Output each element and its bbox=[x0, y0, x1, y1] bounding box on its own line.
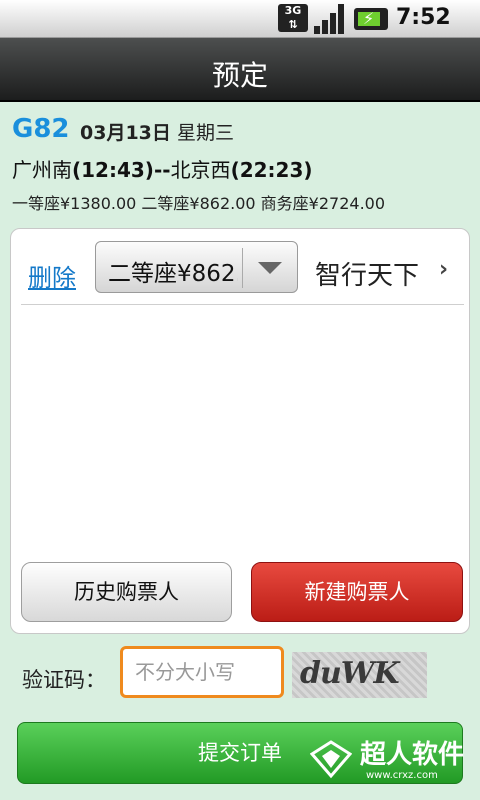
train-number: G82 bbox=[12, 114, 70, 144]
route-separator: -- bbox=[153, 158, 171, 182]
diamond-logo-icon bbox=[310, 740, 352, 779]
seat-type-select[interactable]: 二等座¥862.00 bbox=[95, 241, 298, 293]
watermark-text: 超人软件 bbox=[360, 740, 465, 770]
clock-time: 7:52 bbox=[396, 5, 451, 30]
to-station: 北京西 bbox=[170, 158, 231, 182]
status-bar: 3G⇅ ⚡ 7:52 AM bbox=[0, 0, 480, 53]
watermark-url: www.crxz.com bbox=[366, 770, 438, 781]
passenger-name[interactable]: 智行天下 bbox=[315, 255, 419, 292]
arrive-time: (22:23) bbox=[230, 158, 313, 182]
page-title: 预定 bbox=[211, 59, 268, 92]
watermark: 超人软件 www.crxz.com bbox=[302, 730, 472, 792]
train-info: G82 03月13日 星期三 广州南(12:43)--北京西(22:23) 一等… bbox=[0, 104, 480, 214]
chevron-right-icon[interactable]: › bbox=[439, 257, 448, 282]
train-route: 广州南(12:43)--北京西(22:23) bbox=[12, 154, 313, 183]
select-divider bbox=[242, 248, 243, 288]
battery-icon: ⚡ bbox=[354, 8, 388, 30]
captcha-image-text: duWK bbox=[300, 656, 400, 691]
history-passengers-button[interactable]: 历史购票人 bbox=[21, 562, 232, 622]
network-3g-icon: 3G ⇅ bbox=[278, 4, 308, 32]
dropdown-arrow-icon bbox=[258, 262, 282, 274]
new-passenger-button[interactable]: 新建购票人 bbox=[251, 562, 463, 622]
from-station: 广州南 bbox=[12, 158, 72, 182]
captcha-image[interactable]: duWK bbox=[292, 652, 427, 698]
passenger-panel: 删除 二等座¥862.00 智行天下 › 历史购票人 新建购票人 bbox=[10, 228, 470, 634]
delete-passenger-link[interactable]: 删除 bbox=[28, 258, 76, 293]
signal-icon bbox=[314, 4, 348, 34]
network-label: 3G bbox=[284, 4, 302, 17]
captcha-input[interactable] bbox=[120, 646, 284, 698]
train-date: 03月13日 星期三 bbox=[80, 118, 234, 145]
depart-time: (12:43) bbox=[72, 158, 154, 182]
date-value: 03月13日 bbox=[80, 122, 171, 144]
weekday: 星期三 bbox=[176, 122, 234, 144]
seat-prices: 一等座¥1380.00 二等座¥862.00 商务座¥2724.00 bbox=[12, 194, 386, 213]
seat-type-value: 二等座¥862.00 bbox=[108, 261, 238, 287]
captcha-label: 验证码： bbox=[22, 668, 106, 692]
title-bar: 预定 bbox=[0, 38, 480, 102]
divider bbox=[21, 304, 464, 305]
